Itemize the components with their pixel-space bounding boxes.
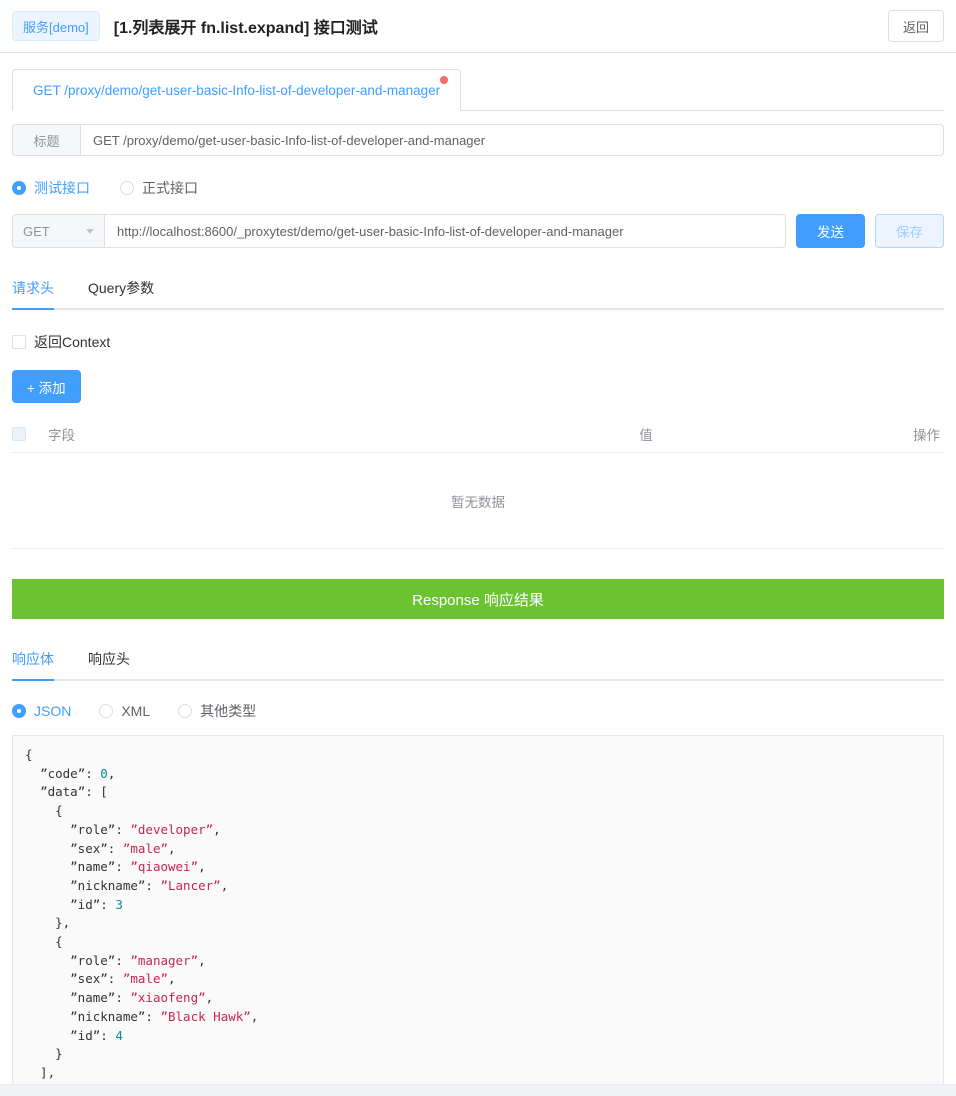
radio-dot-icon xyxy=(120,181,134,195)
send-button[interactable]: 发送 xyxy=(796,214,865,248)
service-badge[interactable]: 服务[demo] xyxy=(12,11,100,41)
column-header-value: 值 xyxy=(468,424,824,444)
params-table-header: 字段 值 操作 xyxy=(12,421,944,453)
response-banner: Response 响应结果 xyxy=(12,579,944,619)
select-all-checkbox[interactable] xyxy=(12,427,48,441)
column-header-field: 字段 xyxy=(48,424,468,444)
radio-test-interface-label: 测试接口 xyxy=(34,178,90,198)
radio-dot-icon xyxy=(178,704,192,718)
page-title: [1.列表展开 fn.list.expand] 接口测试 xyxy=(114,14,378,38)
api-tab-label: GET /proxy/demo/get-user-basic-Info-list… xyxy=(33,83,440,98)
request-url-input[interactable] xyxy=(104,214,786,248)
title-input-group: 标题 xyxy=(12,124,944,156)
radio-dot-icon xyxy=(99,704,113,718)
api-test-page: 服务[demo] [1.列表展开 fn.list.expand] 接口测试 返回… xyxy=(0,0,956,1096)
tab-request-headers[interactable]: 请求头 xyxy=(12,278,54,308)
radio-format-json[interactable]: JSON xyxy=(12,703,71,719)
radio-dot-icon xyxy=(12,704,26,718)
title-row: 标题 xyxy=(12,124,944,156)
unsaved-dot-icon xyxy=(440,76,448,84)
request-bar: GET 发送 保存 xyxy=(12,214,944,248)
footer-bar xyxy=(0,1084,956,1096)
checkbox-box-icon xyxy=(12,427,26,441)
radio-format-xml[interactable]: XML xyxy=(99,703,150,719)
context-checkbox-row: 返回Context xyxy=(12,332,944,352)
http-method-select[interactable]: GET xyxy=(12,214,104,248)
params-table: 字段 值 操作 暂无数据 xyxy=(12,421,944,549)
checkbox-return-context-label: 返回Context xyxy=(34,332,110,352)
column-header-action: 操作 xyxy=(824,424,944,444)
checkbox-return-context[interactable]: 返回Context xyxy=(12,332,110,352)
response-body-viewer[interactable]: { ”code”: 0, ”data”: [ { ”role”: ”develo… xyxy=(12,735,944,1096)
http-method-value: GET xyxy=(23,224,50,239)
radio-dot-icon xyxy=(12,181,26,195)
tab-response-headers[interactable]: 响应头 xyxy=(88,649,130,679)
api-tab-strip: GET /proxy/demo/get-user-basic-Info-list… xyxy=(12,69,944,111)
add-param-button[interactable]: + 添加 xyxy=(12,370,81,403)
title-input[interactable] xyxy=(80,124,944,156)
request-tabs: 请求头 Query参数 xyxy=(12,272,944,310)
checkbox-box-icon xyxy=(12,335,26,349)
tab-query-params[interactable]: Query参数 xyxy=(88,278,154,308)
chevron-down-icon xyxy=(86,229,94,234)
api-tab-item[interactable]: GET /proxy/demo/get-user-basic-Info-list… xyxy=(12,69,461,111)
save-button[interactable]: 保存 xyxy=(875,214,944,248)
add-button-row: + 添加 xyxy=(12,370,944,403)
radio-test-interface[interactable]: 测试接口 xyxy=(12,178,90,198)
radio-format-other-label: 其他类型 xyxy=(200,701,256,721)
title-label: 标题 xyxy=(12,124,80,156)
environment-radio-group: 测试接口 正式接口 xyxy=(12,178,944,198)
radio-formal-interface-label: 正式接口 xyxy=(142,178,198,198)
radio-format-json-label: JSON xyxy=(34,703,71,719)
params-table-empty: 暂无数据 xyxy=(12,453,944,549)
back-button[interactable]: 返回 xyxy=(888,10,944,42)
response-tabs: 响应体 响应头 xyxy=(12,643,944,681)
radio-format-xml-label: XML xyxy=(121,703,150,719)
radio-formal-interface[interactable]: 正式接口 xyxy=(120,178,198,198)
response-json: { ”code”: 0, ”data”: [ { ”role”: ”develo… xyxy=(25,746,931,1096)
response-format-radio-group: JSON XML 其他类型 xyxy=(12,701,944,721)
radio-format-other[interactable]: 其他类型 xyxy=(178,701,256,721)
page-header: 服务[demo] [1.列表展开 fn.list.expand] 接口测试 返回 xyxy=(0,0,956,53)
tab-response-body[interactable]: 响应体 xyxy=(12,649,54,679)
